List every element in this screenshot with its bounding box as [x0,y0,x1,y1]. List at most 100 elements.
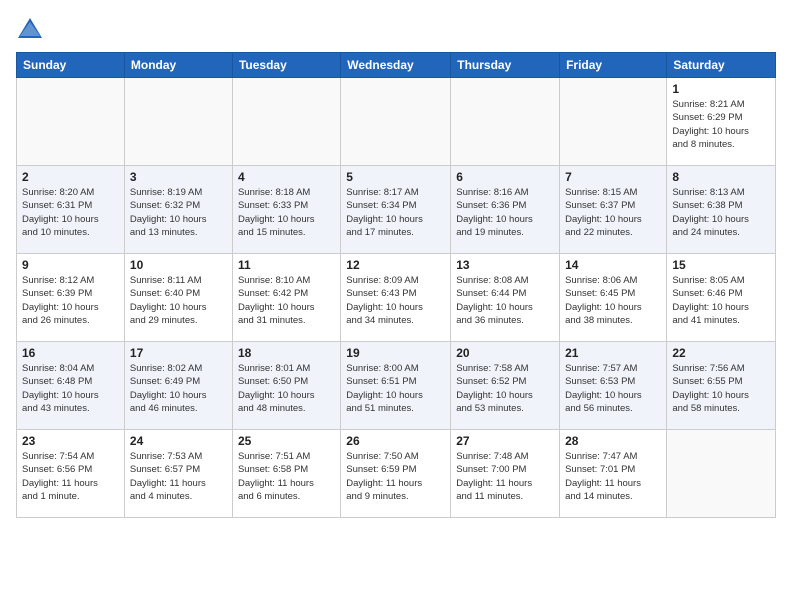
calendar-cell: 20 Sunrise: 7:58 AM Sunset: 6:52 PM Dayli… [451,342,560,430]
calendar-cell: 10 Sunrise: 8:11 AM Sunset: 6:40 PM Dayli… [124,254,232,342]
day-info: Sunrise: 8:02 AM Sunset: 6:49 PM Dayligh… [130,362,227,415]
header [16,16,776,44]
day-number: 10 [130,258,227,272]
day-info: Sunrise: 8:05 AM Sunset: 6:46 PM Dayligh… [672,274,770,327]
day-info: Sunrise: 7:48 AM Sunset: 7:00 PM Dayligh… [456,450,554,503]
week-row-0: 1 Sunrise: 8:21 AM Sunset: 6:29 PM Daylig… [17,78,776,166]
calendar-cell: 3 Sunrise: 8:19 AM Sunset: 6:32 PM Daylig… [124,166,232,254]
day-info: Sunrise: 7:58 AM Sunset: 6:52 PM Dayligh… [456,362,554,415]
day-info: Sunrise: 8:16 AM Sunset: 6:36 PM Dayligh… [456,186,554,239]
day-info: Sunrise: 8:20 AM Sunset: 6:31 PM Dayligh… [22,186,119,239]
week-row-1: 2 Sunrise: 8:20 AM Sunset: 6:31 PM Daylig… [17,166,776,254]
page: SundayMondayTuesdayWednesdayThursdayFrid… [0,0,792,528]
weekday-header-thursday: Thursday [451,53,560,78]
week-row-2: 9 Sunrise: 8:12 AM Sunset: 6:39 PM Daylig… [17,254,776,342]
weekday-header-friday: Friday [560,53,667,78]
day-info: Sunrise: 8:01 AM Sunset: 6:50 PM Dayligh… [238,362,335,415]
calendar-cell [451,78,560,166]
day-number: 19 [346,346,445,360]
calendar-cell: 8 Sunrise: 8:13 AM Sunset: 6:38 PM Daylig… [667,166,776,254]
day-number: 24 [130,434,227,448]
calendar-cell: 5 Sunrise: 8:17 AM Sunset: 6:34 PM Daylig… [341,166,451,254]
day-info: Sunrise: 8:13 AM Sunset: 6:38 PM Dayligh… [672,186,770,239]
weekday-header-sunday: Sunday [17,53,125,78]
day-info: Sunrise: 7:53 AM Sunset: 6:57 PM Dayligh… [130,450,227,503]
day-number: 18 [238,346,335,360]
day-info: Sunrise: 8:19 AM Sunset: 6:32 PM Dayligh… [130,186,227,239]
calendar-cell: 24 Sunrise: 7:53 AM Sunset: 6:57 PM Dayli… [124,430,232,518]
calendar-cell: 15Sunrise: 8:05 AM Sunset: 6:46 PM Dayli… [667,254,776,342]
calendar-cell: 27Sunrise: 7:48 AM Sunset: 7:00 PM Dayli… [451,430,560,518]
calendar-cell: 23 Sunrise: 7:54 AM Sunset: 6:56 PM Dayli… [17,430,125,518]
calendar-cell: 6 Sunrise: 8:16 AM Sunset: 6:36 PM Daylig… [451,166,560,254]
day-number: 5 [346,170,445,184]
day-info: Sunrise: 7:54 AM Sunset: 6:56 PM Dayligh… [22,450,119,503]
day-info: Sunrise: 8:17 AM Sunset: 6:34 PM Dayligh… [346,186,445,239]
day-number: 26 [346,434,445,448]
calendar-cell: 1 Sunrise: 8:21 AM Sunset: 6:29 PM Daylig… [667,78,776,166]
calendar-cell: 13 Sunrise: 8:08 AM Sunset: 6:44 PM Dayli… [451,254,560,342]
day-number: 8 [672,170,770,184]
day-info: Sunrise: 8:06 AM Sunset: 6:45 PM Dayligh… [565,274,661,327]
day-number: 6 [456,170,554,184]
calendar-cell: 25Sunrise: 7:51 AM Sunset: 6:58 PM Dayli… [232,430,340,518]
day-number: 2 [22,170,119,184]
day-info: Sunrise: 7:57 AM Sunset: 6:53 PM Dayligh… [565,362,661,415]
weekday-header-tuesday: Tuesday [232,53,340,78]
day-info: Sunrise: 7:51 AM Sunset: 6:58 PM Dayligh… [238,450,335,503]
calendar-cell: 14 Sunrise: 8:06 AM Sunset: 6:45 PM Dayli… [560,254,667,342]
day-number: 3 [130,170,227,184]
week-row-4: 23 Sunrise: 7:54 AM Sunset: 6:56 PM Dayli… [17,430,776,518]
calendar-cell: 16 Sunrise: 8:04 AM Sunset: 6:48 PM Dayli… [17,342,125,430]
day-number: 7 [565,170,661,184]
day-info: Sunrise: 7:50 AM Sunset: 6:59 PM Dayligh… [346,450,445,503]
calendar-cell: 28Sunrise: 7:47 AM Sunset: 7:01 PM Dayli… [560,430,667,518]
weekday-header-wednesday: Wednesday [341,53,451,78]
day-info: Sunrise: 8:00 AM Sunset: 6:51 PM Dayligh… [346,362,445,415]
calendar-cell: 26 Sunrise: 7:50 AM Sunset: 6:59 PM Dayli… [341,430,451,518]
day-info: Sunrise: 8:11 AM Sunset: 6:40 PM Dayligh… [130,274,227,327]
weekday-header-row: SundayMondayTuesdayWednesdayThursdayFrid… [17,53,776,78]
logo-icon [16,16,44,44]
calendar-cell [341,78,451,166]
logo [16,16,48,44]
day-info: Sunrise: 8:21 AM Sunset: 6:29 PM Dayligh… [672,98,770,151]
week-row-3: 16 Sunrise: 8:04 AM Sunset: 6:48 PM Dayli… [17,342,776,430]
day-number: 14 [565,258,661,272]
calendar-cell: 18 Sunrise: 8:01 AM Sunset: 6:50 PM Dayli… [232,342,340,430]
calendar-cell [232,78,340,166]
day-number: 28 [565,434,661,448]
calendar-cell: 17 Sunrise: 8:02 AM Sunset: 6:49 PM Dayli… [124,342,232,430]
weekday-header-saturday: Saturday [667,53,776,78]
calendar-cell: 12 Sunrise: 8:09 AM Sunset: 6:43 PM Dayli… [341,254,451,342]
day-number: 16 [22,346,119,360]
day-info: Sunrise: 7:56 AM Sunset: 6:55 PM Dayligh… [672,362,770,415]
calendar-cell [124,78,232,166]
day-info: Sunrise: 8:15 AM Sunset: 6:37 PM Dayligh… [565,186,661,239]
calendar-cell: 4Sunrise: 8:18 AM Sunset: 6:33 PM Daylig… [232,166,340,254]
day-info: Sunrise: 8:12 AM Sunset: 6:39 PM Dayligh… [22,274,119,327]
day-number: 20 [456,346,554,360]
calendar-cell: 2 Sunrise: 8:20 AM Sunset: 6:31 PM Daylig… [17,166,125,254]
day-number: 1 [672,82,770,96]
day-number: 21 [565,346,661,360]
day-number: 11 [238,258,335,272]
day-info: Sunrise: 8:09 AM Sunset: 6:43 PM Dayligh… [346,274,445,327]
calendar-cell: 7 Sunrise: 8:15 AM Sunset: 6:37 PM Daylig… [560,166,667,254]
day-number: 9 [22,258,119,272]
calendar-cell: 21 Sunrise: 7:57 AM Sunset: 6:53 PM Dayli… [560,342,667,430]
day-number: 12 [346,258,445,272]
calendar-cell: 22 Sunrise: 7:56 AM Sunset: 6:55 PM Dayli… [667,342,776,430]
calendar-cell [560,78,667,166]
day-info: Sunrise: 8:04 AM Sunset: 6:48 PM Dayligh… [22,362,119,415]
calendar-cell [17,78,125,166]
calendar-cell: 9 Sunrise: 8:12 AM Sunset: 6:39 PM Daylig… [17,254,125,342]
day-number: 23 [22,434,119,448]
day-info: Sunrise: 8:10 AM Sunset: 6:42 PM Dayligh… [238,274,335,327]
day-number: 13 [456,258,554,272]
day-number: 17 [130,346,227,360]
calendar: SundayMondayTuesdayWednesdayThursdayFrid… [16,52,776,518]
day-number: 4 [238,170,335,184]
day-info: Sunrise: 8:08 AM Sunset: 6:44 PM Dayligh… [456,274,554,327]
day-number: 22 [672,346,770,360]
